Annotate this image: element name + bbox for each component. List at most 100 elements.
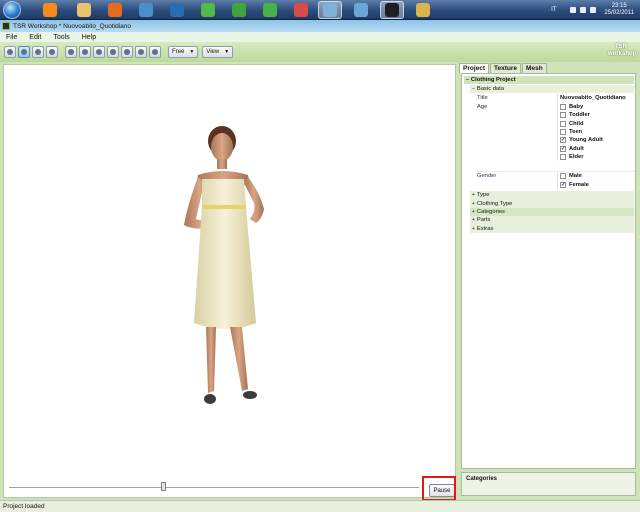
camera-icon[interactable] — [4, 46, 16, 58]
expand-icon[interactable]: + — [472, 209, 475, 215]
pan-icon[interactable] — [46, 46, 58, 58]
network-icon[interactable] — [134, 1, 158, 19]
toolbar: Free ▼ View ▼ TSR workshop — [0, 42, 640, 62]
collapse-icon[interactable]: − — [466, 77, 469, 83]
media-player-icon[interactable] — [38, 1, 62, 19]
checkbox[interactable] — [560, 120, 566, 127]
menu-file[interactable]: File — [6, 34, 17, 41]
logo-line-2: workshop — [608, 51, 637, 57]
panel-tabs: Project Texture Mesh — [459, 63, 548, 73]
photoshop-icon[interactable] — [165, 1, 189, 19]
age-option[interactable]: Elder — [557, 153, 635, 162]
highlight-annotation — [422, 476, 456, 501]
age-option-label: Young Adult — [569, 137, 603, 144]
expand-icon[interactable]: + — [472, 201, 475, 207]
expand-icon[interactable]: + — [472, 226, 475, 232]
menu-tools[interactable]: Tools — [53, 34, 69, 41]
checkbox[interactable] — [560, 103, 566, 110]
menu-help[interactable]: Help — [82, 34, 96, 41]
section-basic-data[interactable]: − Basic data — [470, 85, 634, 94]
start-button[interactable] — [3, 1, 21, 19]
flag-icon[interactable] — [570, 7, 577, 13]
age-option[interactable]: ✓ Adult — [557, 144, 635, 153]
section-clothing-project[interactable]: − Clothing Project — [464, 76, 634, 85]
gender-option[interactable]: Male — [557, 172, 635, 181]
3d-viewport[interactable]: Pause — [3, 64, 456, 498]
search-icon[interactable] — [93, 46, 105, 58]
age-option[interactable]: Baby — [557, 102, 635, 111]
expand-icon[interactable]: + — [472, 217, 475, 223]
texture-icon[interactable] — [79, 46, 91, 58]
section-label: Extras — [476, 225, 494, 232]
checkbox[interactable] — [560, 173, 566, 180]
character-model — [184, 126, 264, 404]
sims-red-icon[interactable] — [289, 1, 313, 19]
paint-icon[interactable] — [411, 1, 435, 19]
clock-date: 25/02/2011 — [604, 10, 634, 16]
view-dropdown-value: View — [206, 49, 220, 55]
timeline-slider-handle[interactable] — [161, 482, 166, 491]
gender-option[interactable]: ✓ Female — [557, 180, 635, 189]
sims-green-icon[interactable] — [258, 1, 282, 19]
firefox-icon[interactable] — [103, 1, 127, 19]
wand-icon[interactable] — [149, 46, 161, 58]
folder-icon-glyph — [77, 3, 91, 17]
network-icon-glyph — [139, 3, 153, 17]
age-option[interactable]: Teen — [557, 127, 635, 137]
section-categories[interactable]: + Categories — [470, 207, 634, 217]
language-indicator[interactable]: IT — [551, 7, 556, 13]
network-tray-icon[interactable] — [580, 7, 587, 13]
age-option-label: Baby — [569, 103, 584, 110]
taskbar: IT 23:15 25/02/2011 — [0, 0, 640, 20]
section-type[interactable]: + Type — [470, 191, 634, 200]
section-clothing-type[interactable]: + Clothing Type — [470, 199, 634, 208]
chevron-down-icon: ▼ — [224, 49, 230, 55]
menu-edit[interactable]: Edit — [29, 34, 41, 41]
users-icon[interactable] — [318, 1, 342, 19]
checkbox[interactable]: ✓ — [560, 181, 566, 188]
sims-plumbob-alt-icon[interactable] — [227, 1, 251, 19]
expand-icon[interactable]: + — [472, 192, 475, 198]
lighting-icon[interactable] — [107, 46, 119, 58]
checkbox[interactable] — [560, 112, 566, 119]
view-dropdown[interactable]: View ▼ — [202, 46, 234, 58]
checkbox[interactable]: ✓ — [560, 137, 566, 144]
checkbox[interactable] — [560, 154, 566, 161]
section-extras[interactable]: + Extras — [470, 224, 634, 233]
checkbox[interactable]: ✓ — [560, 145, 566, 152]
age-option[interactable]: ✓ Young Adult — [557, 136, 635, 145]
skeleton-icon[interactable] — [121, 46, 133, 58]
tab-project[interactable]: Project — [459, 63, 490, 73]
workshop-icon[interactable] — [380, 1, 404, 19]
age-option[interactable]: Toddler — [557, 111, 635, 120]
clock-time: 23:15 — [611, 3, 627, 9]
mode-dropdown[interactable]: Free ▼ — [168, 46, 199, 58]
description-box: Categories — [461, 472, 636, 496]
tab-mesh[interactable]: Mesh — [522, 63, 547, 73]
users-icon-glyph — [323, 3, 337, 17]
folder-icon[interactable] — [72, 1, 96, 19]
property-grid: − Clothing Project − Basic data Title Nu… — [461, 73, 636, 469]
title-field[interactable]: Nuovoabito_Quotidiano — [557, 94, 635, 103]
animation-timeline[interactable] — [9, 487, 419, 488]
collapse-icon[interactable]: − — [472, 86, 475, 92]
app-icon — [2, 22, 10, 30]
floor-icon[interactable] — [135, 46, 147, 58]
tsr-logo: TSR workshop — [608, 44, 637, 60]
checkbox[interactable] — [560, 128, 566, 135]
globe-icon[interactable] — [349, 1, 373, 19]
sims-green-icon-glyph — [263, 3, 277, 17]
wireframe-icon[interactable] — [65, 46, 77, 58]
volume-icon[interactable] — [590, 7, 597, 13]
photoshop-icon-glyph — [170, 3, 184, 17]
tab-texture[interactable]: Texture — [490, 63, 522, 73]
zoom-icon[interactable] — [32, 46, 44, 58]
section-label: Clothing Type — [476, 200, 513, 207]
section-parts[interactable]: + Parts — [470, 216, 634, 225]
rotate-icon[interactable] — [18, 46, 30, 58]
age-option-label: Teen — [569, 128, 583, 135]
age-option[interactable]: Child — [557, 119, 635, 128]
clock[interactable]: 23:15 25/02/2011 — [604, 3, 634, 17]
age-label: Age — [477, 103, 488, 110]
sims-plumbob-icon[interactable] — [196, 1, 220, 19]
